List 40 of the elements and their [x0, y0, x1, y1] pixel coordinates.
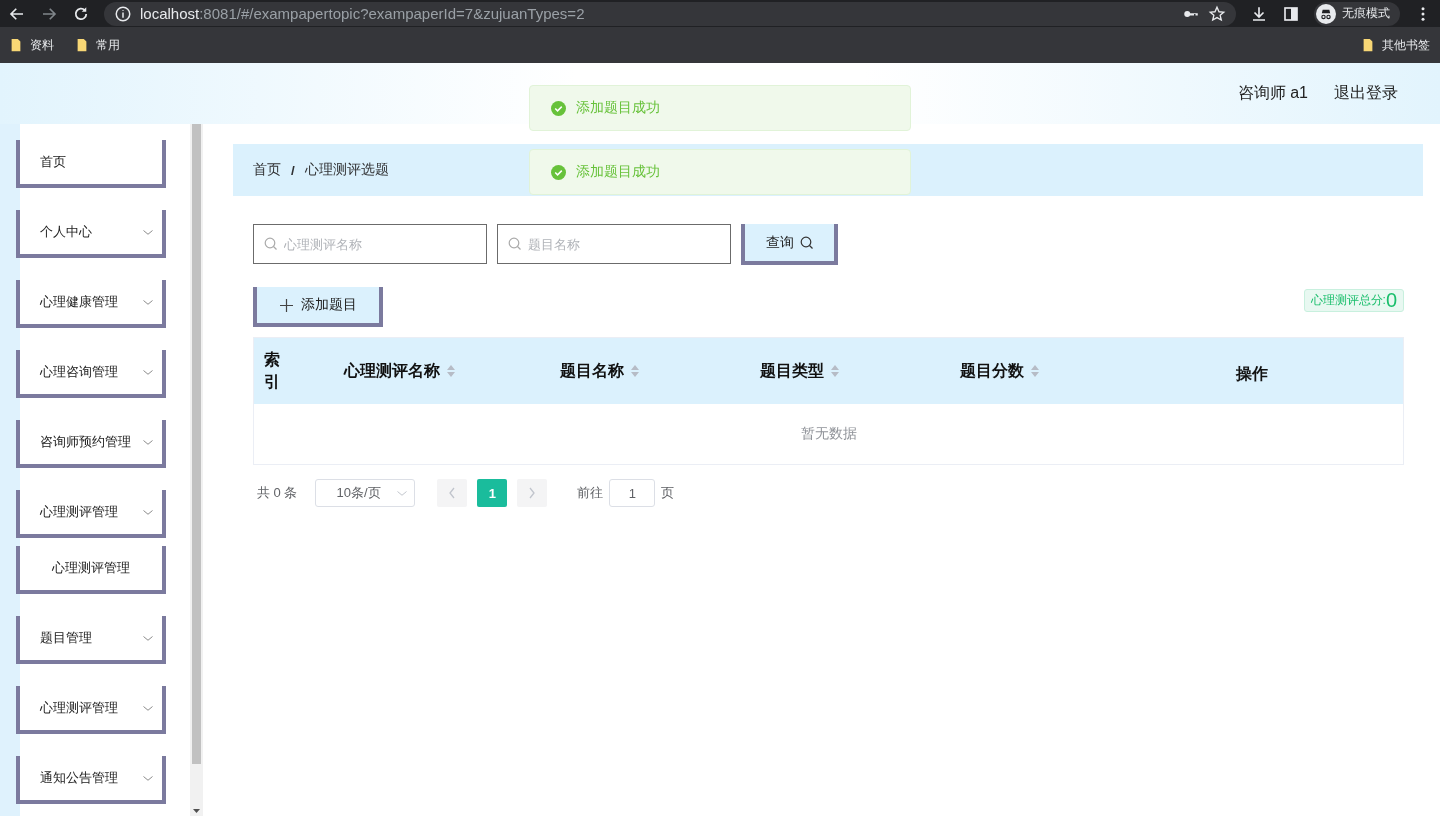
bookmark[interactable]: 资料: [10, 36, 54, 54]
sidebar-item[interactable]: 通知公告管理: [16, 756, 166, 804]
sidebar-item[interactable]: 心理测评管理: [16, 686, 166, 734]
add-button[interactable]: 添加题目: [253, 287, 383, 327]
sidebar-item[interactable]: 心理咨询管理: [16, 350, 166, 398]
incognito-badge[interactable]: 无痕模式: [1314, 1, 1400, 26]
user-name: 咨询师 a1: [1237, 83, 1308, 103]
column-header[interactable]: 题目名称: [500, 360, 700, 382]
page-suffix: 页: [661, 484, 675, 502]
breadcrumb-item[interactable]: 心理测评选题: [304, 161, 389, 179]
column-header[interactable]: 索引: [254, 348, 300, 394]
search-button[interactable]: 查询: [741, 224, 838, 265]
column-header[interactable]: 题目类型: [700, 360, 900, 382]
logout-link[interactable]: 退出登录: [1334, 83, 1398, 104]
total-count: 共 0 条: [257, 484, 298, 502]
search-field[interactable]: 题目名称: [497, 224, 731, 264]
column-header[interactable]: 操作: [1100, 357, 1403, 385]
search-field[interactable]: 心理测评名称: [253, 224, 487, 264]
sidebar-item[interactable]: 题目管理: [16, 616, 166, 664]
sidebar-item[interactable]: 心理健康管理: [16, 280, 166, 328]
address-bar[interactable]: localhost:8081/#/exampapertopic?exampaperId=7&zujuanTypes=2: [104, 1, 1236, 26]
sidebar-item[interactable]: 心理测评管理: [16, 490, 166, 538]
success-toast: 添加题目成功: [529, 149, 911, 195]
column-header[interactable]: 题目分数: [900, 360, 1100, 382]
goto-label: 前往: [577, 484, 604, 502]
sidebar-item[interactable]: 咨询师预约管理: [16, 420, 166, 468]
bookmark[interactable]: 常用: [76, 36, 120, 54]
breadcrumb-item[interactable]: 首页: [253, 161, 281, 179]
column-header[interactable]: 心理测评名称: [300, 360, 500, 382]
total-score-badge: 心理测评总分:0: [1303, 289, 1404, 312]
page-input[interactable]: 1: [609, 479, 656, 507]
success-toast: 添加题目成功: [529, 85, 911, 131]
page-size-select[interactable]: 10条/页: [315, 479, 416, 507]
url-text: localhost:8081/#/exampapertopic?exampaperId=7&zujuanTypes=2: [140, 5, 585, 22]
sidebar-item[interactable]: 首页: [16, 140, 166, 188]
breadcrumb-separator: /: [291, 162, 295, 178]
bookmark[interactable]: 其他书签: [1362, 36, 1430, 54]
sidebar-subitem[interactable]: 心理测评管理: [16, 546, 166, 594]
empty-message: 暂无数据: [799, 424, 858, 443]
sidebar-item[interactable]: 个人中心: [16, 210, 166, 258]
